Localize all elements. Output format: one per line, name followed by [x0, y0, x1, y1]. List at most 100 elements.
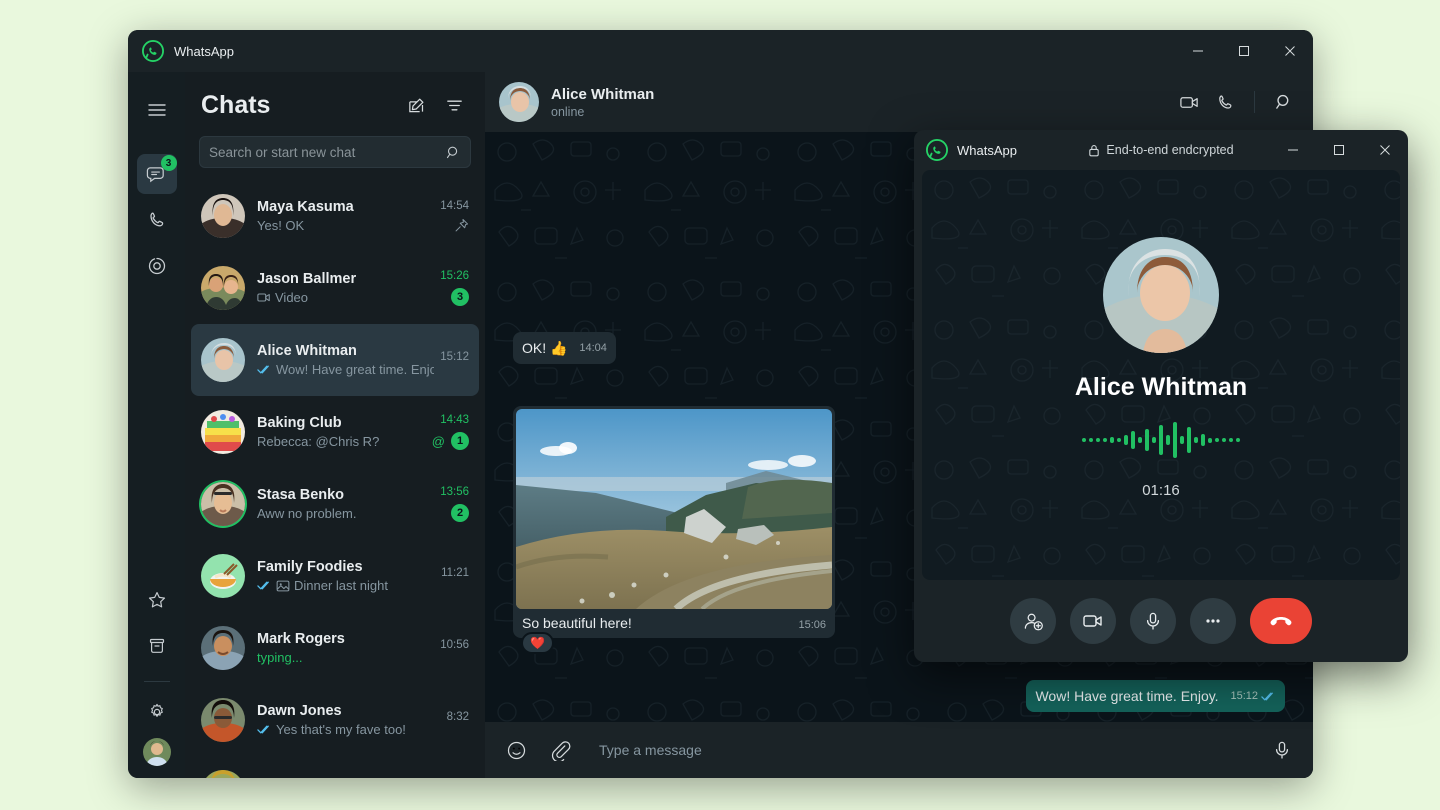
window-title: WhatsApp: [174, 44, 234, 59]
window-minimize-button[interactable]: [1175, 30, 1221, 72]
sidebar-item-chats[interactable]: 3: [137, 154, 177, 194]
message-bubble-incoming[interactable]: OK! 👍 14:04: [513, 332, 616, 364]
chat-item-preview-text: Yes that's my fave too!: [276, 722, 406, 737]
end-call-button[interactable]: [1250, 598, 1312, 644]
chat-item-preview: Dinner last night: [257, 578, 435, 593]
message-photo[interactable]: [516, 409, 832, 609]
read-receipt-icon: [257, 364, 272, 375]
voice-message-button[interactable]: [1267, 735, 1297, 765]
sidebar-item-starred[interactable]: [137, 580, 177, 620]
mute-button[interactable]: [1130, 598, 1176, 644]
menu-button[interactable]: [137, 90, 177, 130]
message-reaction[interactable]: ❤️: [521, 632, 554, 654]
waveform-bar: [1152, 437, 1156, 443]
chat-item-preview-text: Wow! Have great time. Enjoy.: [276, 362, 434, 377]
chat-avatar: [201, 338, 245, 382]
message-time: 14:04: [579, 339, 607, 358]
chat-item-text: Alice WhitmanWow! Have great time. Enjoy…: [257, 343, 434, 377]
chat-list-header: Chats: [185, 72, 485, 126]
window-close-button[interactable]: [1267, 30, 1313, 72]
chat-item-meta: 10:56: [440, 639, 469, 657]
search-area: [185, 126, 485, 178]
chat-item-preview: Yes that's my fave too!: [257, 722, 441, 737]
call-window-close-button[interactable]: [1362, 130, 1408, 170]
chat-list-item[interactable]: Maya Kasuma Yes! OK 14:54: [191, 180, 479, 252]
contact-avatar[interactable]: [499, 82, 539, 122]
message-bubble-image[interactable]: So beautiful here! 15:06 ❤️: [513, 406, 835, 638]
waveform-bar: [1208, 438, 1212, 443]
chat-list-item[interactable]: Mark Rogerstyping...10:56: [191, 612, 479, 684]
more-options-button[interactable]: [1190, 598, 1236, 644]
chat-item-meta: 15:263: [440, 270, 469, 306]
waveform-bar: [1215, 438, 1219, 442]
emoji-button[interactable]: [501, 735, 531, 765]
sidebar-item-settings[interactable]: [137, 692, 177, 732]
chat-list[interactable]: Maya Kasuma Yes! OK 14:54 Jason BallmerVide…: [185, 178, 485, 778]
chat-item-name: Baking Club: [257, 415, 426, 431]
page-title: Chats: [201, 91, 270, 120]
call-window-maximize-button[interactable]: [1316, 130, 1362, 170]
call-window-titlebar: WhatsApp End-to-end endcrypted: [914, 130, 1408, 170]
message-time: 15:06: [798, 619, 826, 631]
chat-list-item[interactable]: Alice WhitmanWow! Have great time. Enjoy…: [191, 324, 479, 396]
chat-item-meta: 11:21: [441, 567, 469, 585]
chat-item-preview-text: Yes! OK: [257, 218, 304, 233]
waveform-bar: [1082, 438, 1086, 442]
window-maximize-button[interactable]: [1221, 30, 1267, 72]
chat-item-name: Dawn Jones: [257, 703, 441, 719]
message-bubble-outgoing[interactable]: Wow! Have great time. Enjoy. 15:12: [1026, 680, 1285, 712]
call-window-minimize-button[interactable]: [1270, 130, 1316, 170]
read-receipt-icon: [257, 724, 272, 735]
add-participant-button[interactable]: [1010, 598, 1056, 644]
chat-item-time: 15:12: [440, 351, 469, 363]
attach-button[interactable]: [545, 735, 575, 765]
waveform-bar: [1159, 425, 1163, 455]
search-input[interactable]: [209, 145, 446, 160]
chat-item-name: Mark Rogers: [257, 631, 434, 647]
waveform-bar: [1131, 431, 1135, 449]
search-box[interactable]: [199, 136, 471, 168]
chat-item-preview-text: Aww no problem.: [257, 506, 356, 521]
chat-list-item[interactable]: Stasa BenkoAww no problem.13:562: [191, 468, 479, 540]
message-text: OK! 👍: [522, 340, 567, 356]
lock-icon: [1088, 144, 1100, 157]
waveform-bar: [1103, 438, 1107, 442]
chat-list-item[interactable]: Family FoodiesDinner last night 11:21: [191, 540, 479, 612]
switch-to-video-button[interactable]: [1070, 598, 1116, 644]
chat-item-text: Baking ClubRebecca: @Chris R?: [257, 415, 426, 449]
chat-item-indicators: 3: [451, 288, 469, 306]
waveform-bar: [1138, 437, 1142, 443]
chat-item-text: Dawn Jones Yes that's my fave too!: [257, 703, 441, 737]
chat-avatar: [201, 194, 245, 238]
chat-item-time: 11:21: [441, 567, 469, 579]
video-call-button[interactable]: [1174, 87, 1204, 117]
chat-item-name: Maya Kasuma: [257, 199, 434, 215]
chat-avatar: [201, 626, 245, 670]
profile-avatar[interactable]: [143, 738, 171, 766]
waveform-bar: [1194, 437, 1198, 443]
chat-item-time: 14:54: [440, 200, 469, 212]
chat-item-preview: Aww no problem.: [257, 506, 434, 521]
message-input[interactable]: [599, 742, 1253, 758]
waveform-bar: [1124, 435, 1128, 445]
chat-item-preview: Yes! OK: [257, 218, 434, 233]
message-time: 15:12: [1230, 687, 1276, 706]
chat-item-time: 14:43: [440, 414, 469, 426]
chat-item-text: Family FoodiesDinner last night: [257, 559, 435, 593]
chat-list-item[interactable]: Jason BallmerVideo15:263: [191, 252, 479, 324]
navigation-rail: 3: [128, 72, 185, 778]
filter-chats-button[interactable]: [439, 90, 469, 120]
search-in-chat-button[interactable]: [1269, 87, 1299, 117]
new-chat-button[interactable]: [401, 90, 431, 120]
chat-list-item[interactable]: Ziggy Woodley8:12: [191, 756, 479, 778]
chat-item-time: 13:56: [440, 486, 469, 498]
sidebar-item-calls[interactable]: [137, 200, 177, 240]
chat-list-item[interactable]: Baking ClubRebecca: @Chris R?14:43@1: [191, 396, 479, 468]
chat-item-meta: 14:54: [440, 200, 469, 233]
waveform-bar: [1222, 438, 1226, 442]
sidebar-item-archived[interactable]: [137, 626, 177, 666]
chat-list-item[interactable]: Dawn JonesYes that's my fave too!8:32: [191, 684, 479, 756]
sidebar-item-status[interactable]: [137, 246, 177, 286]
voice-call-button[interactable]: [1210, 87, 1240, 117]
call-controls: [914, 580, 1408, 662]
